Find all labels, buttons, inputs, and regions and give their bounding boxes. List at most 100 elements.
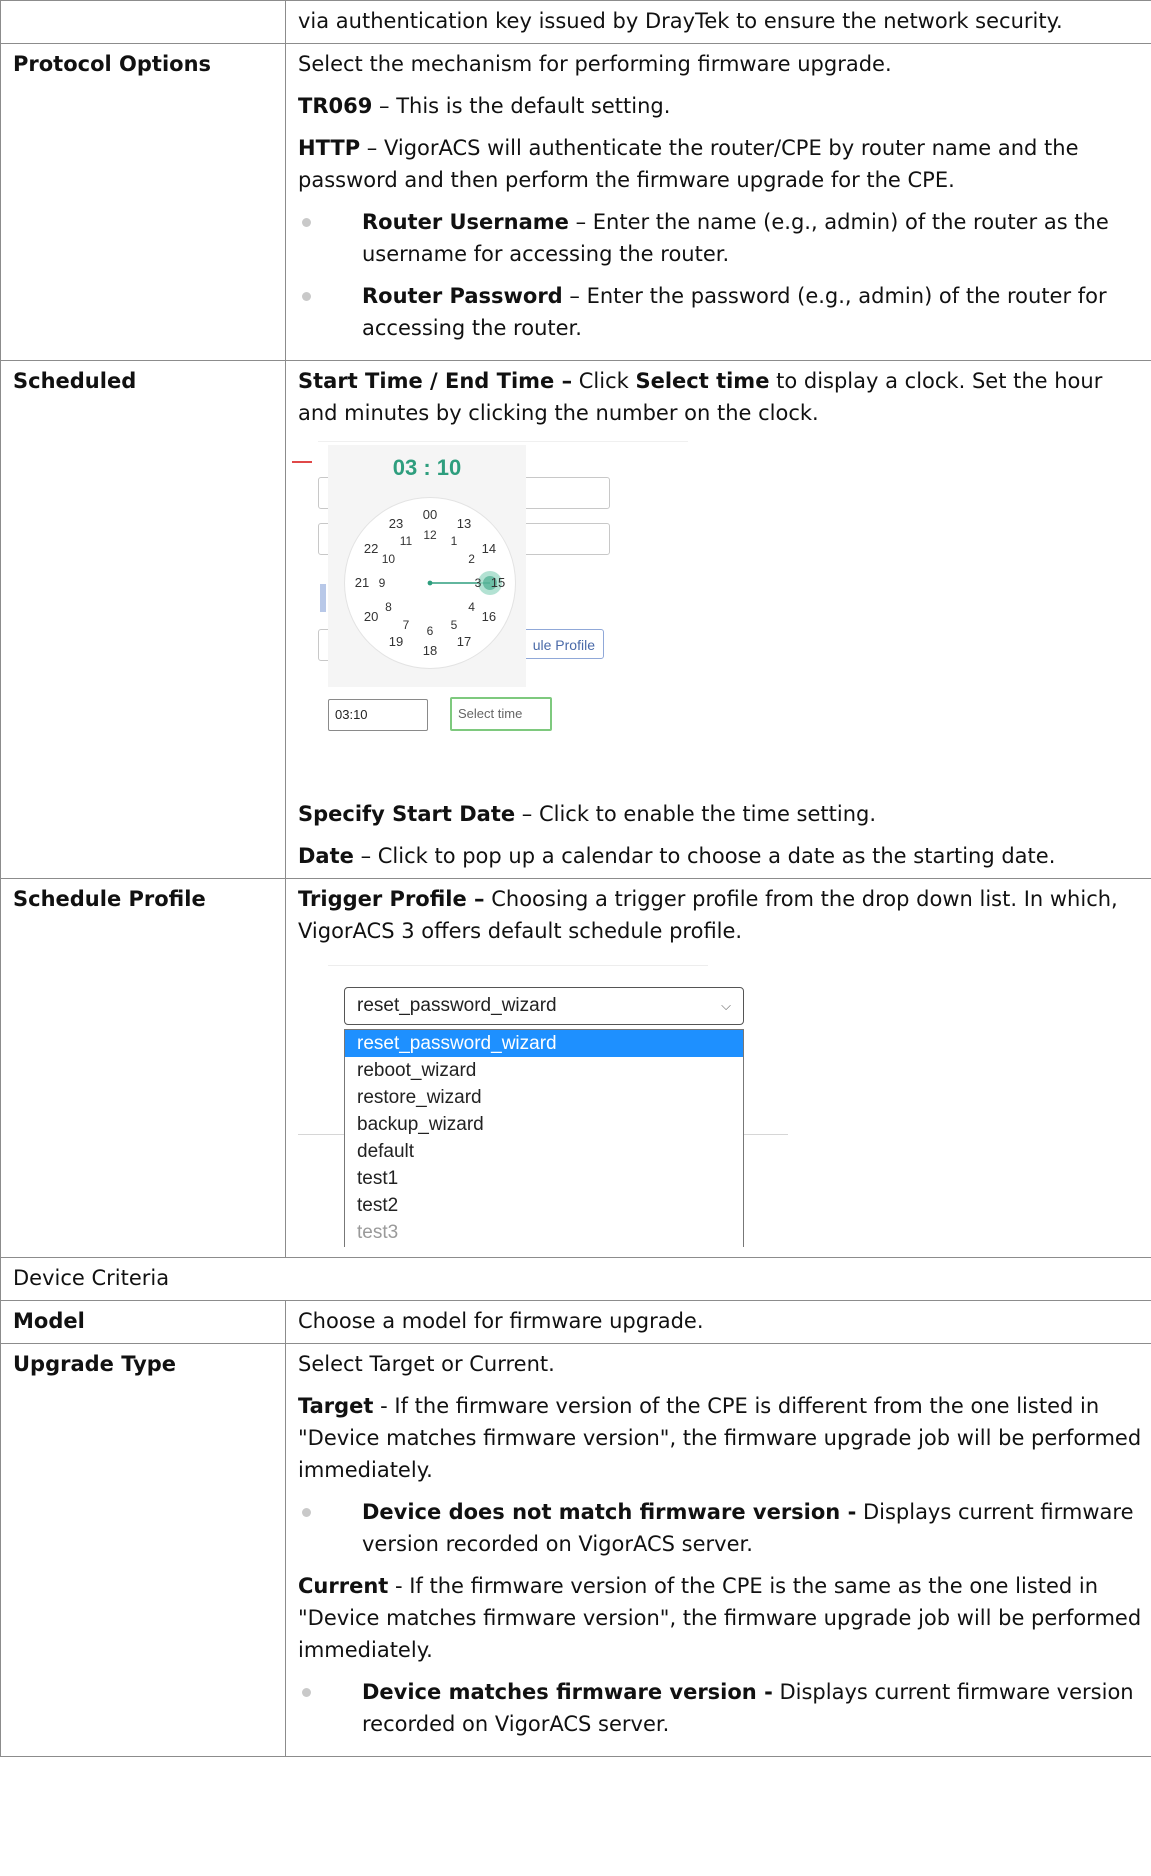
start-date-paragraph: Specify Start Date – Click to enable the… <box>298 798 1148 830</box>
divider <box>328 965 708 966</box>
row-description: Select the mechanism for performing firm… <box>285 43 1151 361</box>
clock-number[interactable]: 21 <box>354 576 370 590</box>
select-time-button[interactable]: Select time <box>450 697 552 731</box>
chevron-down-icon: ⌵ <box>721 998 731 1013</box>
start-end-time-paragraph: Start Time / End Time – Click Select tim… <box>298 365 1148 429</box>
trigger-profile-select[interactable]: reset_password_wizard ⌵ <box>344 987 744 1025</box>
list-item: Router Password – Enter the password (e.… <box>298 280 1148 344</box>
clock-number[interactable]: 20 <box>363 610 379 624</box>
row-label-empty <box>0 0 286 44</box>
parameter-table: via authentication key issued by DrayTek… <box>0 0 1151 1757</box>
document-page: via authentication key issued by DrayTek… <box>0 0 1151 1876</box>
background-bar <box>320 584 326 612</box>
dropdown-options-list: reset_password_wizard reboot_wizard restor… <box>344 1029 744 1247</box>
clock-number[interactable]: 10 <box>380 552 396 566</box>
dropdown-option[interactable]: test1 <box>345 1165 743 1192</box>
clock-panel: 03 : 10 00 13 14 15 16 17 18 19 20 21 22 23 12 1 2 3 4 5 6… <box>328 445 526 687</box>
router-username-term: Router Username <box>362 210 569 234</box>
clock-number[interactable]: 15 <box>490 576 506 590</box>
tr069-term: TR069 <box>298 94 373 118</box>
intro-text: via authentication key issued by DrayTek… <box>298 9 1063 33</box>
start-end-time-term: Start Time / End Time – <box>298 369 573 393</box>
table-row: Upgrade Type Select Target or Current. T… <box>0 1343 1151 1757</box>
row-description: Trigger Profile – Choosing a trigger pro… <box>285 878 1151 1258</box>
row-description: Select Target or Current. Target - If th… <box>285 1343 1151 1757</box>
clock-minutes[interactable]: 10 <box>437 455 461 480</box>
dropdown-option[interactable]: test2 <box>345 1192 743 1219</box>
clock-number[interactable]: 17 <box>456 634 472 649</box>
protocol-bullet-list: Router Username – Enter the name (e.g., … <box>298 206 1148 344</box>
bullet-icon <box>302 1508 311 1517</box>
clock-picker-screenshot: ule Profile e 03 : 10 001314151617181920… <box>288 439 688 784</box>
current-bullet-list: Device matches firmware version - Displa… <box>298 1676 1148 1740</box>
clock-number[interactable]: 14 <box>481 542 497 556</box>
upgrade-intro: Select Target or Current. <box>298 1352 555 1376</box>
select-time-term: Select time <box>635 369 770 393</box>
table-row: Schedule Profile Trigger Profile – Choos… <box>0 878 1151 1258</box>
dropdown-option[interactable]: test3 <box>345 1219 743 1246</box>
clock-number[interactable]: 23 <box>388 517 404 531</box>
clock-number[interactable]: 5 <box>446 618 462 632</box>
clock-number[interactable]: 9 <box>374 576 390 590</box>
model-desc: Choose a model for firmware upgrade. <box>298 1309 704 1333</box>
current-paragraph: Current - If the firmware version of the… <box>298 1570 1148 1666</box>
section-header-device-criteria: Device Criteria <box>0 1257 1151 1301</box>
tr069-paragraph: TR069 – This is the default setting. <box>298 90 1148 122</box>
device-match-term: Device matches firmware version - <box>362 1680 773 1704</box>
row-label-scheduled: Scheduled <box>0 360 286 879</box>
date-paragraph: Date – Click to pop up a calendar to cho… <box>298 840 1148 872</box>
clock-number[interactable]: 13 <box>456 517 472 531</box>
clock-number[interactable]: 12 <box>422 528 438 542</box>
table-row: Scheduled Start Time / End Time – Click … <box>0 360 1151 879</box>
table-row: Device Criteria <box>0 1257 1151 1301</box>
row-label-upgrade-type: Upgrade Type <box>0 1343 286 1757</box>
tr069-desc: – This is the default setting. <box>372 94 671 118</box>
clock-number[interactable]: 18 <box>422 644 438 658</box>
text-fragment: Click <box>572 369 636 393</box>
device-not-match-term: Device does not match firmware version - <box>362 1500 857 1524</box>
trigger-profile-term: Trigger Profile – <box>298 887 485 911</box>
clock-separator: : <box>417 455 437 480</box>
clock-number[interactable]: 11 <box>398 534 414 548</box>
dropdown-option[interactable]: default <box>345 1138 743 1165</box>
target-bullet-list: Device does not match firmware version -… <box>298 1496 1148 1560</box>
clock-number[interactable]: 6 <box>422 624 438 638</box>
clock-number[interactable]: 00 <box>422 508 438 522</box>
dropdown-option[interactable]: reset_password_wizard <box>345 1030 743 1057</box>
row-label-schedule-profile: Schedule Profile <box>0 878 286 1258</box>
protocol-intro: Select the mechanism for performing firm… <box>298 52 892 76</box>
clock-number[interactable]: 7 <box>398 618 414 632</box>
http-paragraph: HTTP – VigorACS will authenticate the ro… <box>298 132 1148 196</box>
bullet-icon <box>302 218 311 227</box>
text-fragment: – Click to pop up a calendar to choose a… <box>353 844 1056 868</box>
bullet-icon <box>302 292 311 301</box>
clock-number[interactable]: 16 <box>481 610 497 624</box>
dropdown-option[interactable]: backup_wizard <box>345 1111 743 1138</box>
target-term: Target <box>298 1394 374 1418</box>
clock-number[interactable]: 8 <box>380 600 396 614</box>
http-desc: – VigorACS will authenticate the router/… <box>298 136 1079 192</box>
clock-number[interactable]: 19 <box>388 634 404 649</box>
clock-number[interactable]: 22 <box>363 542 379 556</box>
text-fragment: - If the firmware version of the CPE is … <box>298 1394 1142 1482</box>
clock-number[interactable]: 1 <box>446 534 462 548</box>
dropdown-screenshot: reset_password_wizard ⌵ reset_password_w… <box>298 957 788 1247</box>
table-row: Protocol Options Select the mechanism fo… <box>0 43 1151 361</box>
schedule-profile-button[interactable]: ule Profile <box>516 629 604 659</box>
clock-number[interactable]: 3 <box>470 576 486 590</box>
clock-number[interactable]: 2 <box>464 552 480 566</box>
row-label-protocol-options: Protocol Options <box>0 43 286 361</box>
current-term: Current <box>298 1574 389 1598</box>
row-description: Start Time / End Time – Click Select tim… <box>285 360 1151 879</box>
target-paragraph: Target - If the firmware version of the … <box>298 1390 1148 1486</box>
list-item: Router Username – Enter the name (e.g., … <box>298 206 1148 270</box>
clock-number[interactable]: 4 <box>464 600 480 614</box>
router-password-term: Router Password <box>362 284 563 308</box>
clock-hours[interactable]: 03 <box>393 455 417 480</box>
dropdown-option[interactable]: reboot_wizard <box>345 1057 743 1084</box>
text-fragment: - If the firmware version of the CPE is … <box>298 1574 1142 1662</box>
time-input[interactable]: 03:10 <box>328 699 428 731</box>
dropdown-option[interactable]: restore_wizard <box>345 1084 743 1111</box>
clock-time-display: 03 : 10 <box>328 455 526 481</box>
list-item: Device matches firmware version - Displa… <box>298 1676 1148 1740</box>
